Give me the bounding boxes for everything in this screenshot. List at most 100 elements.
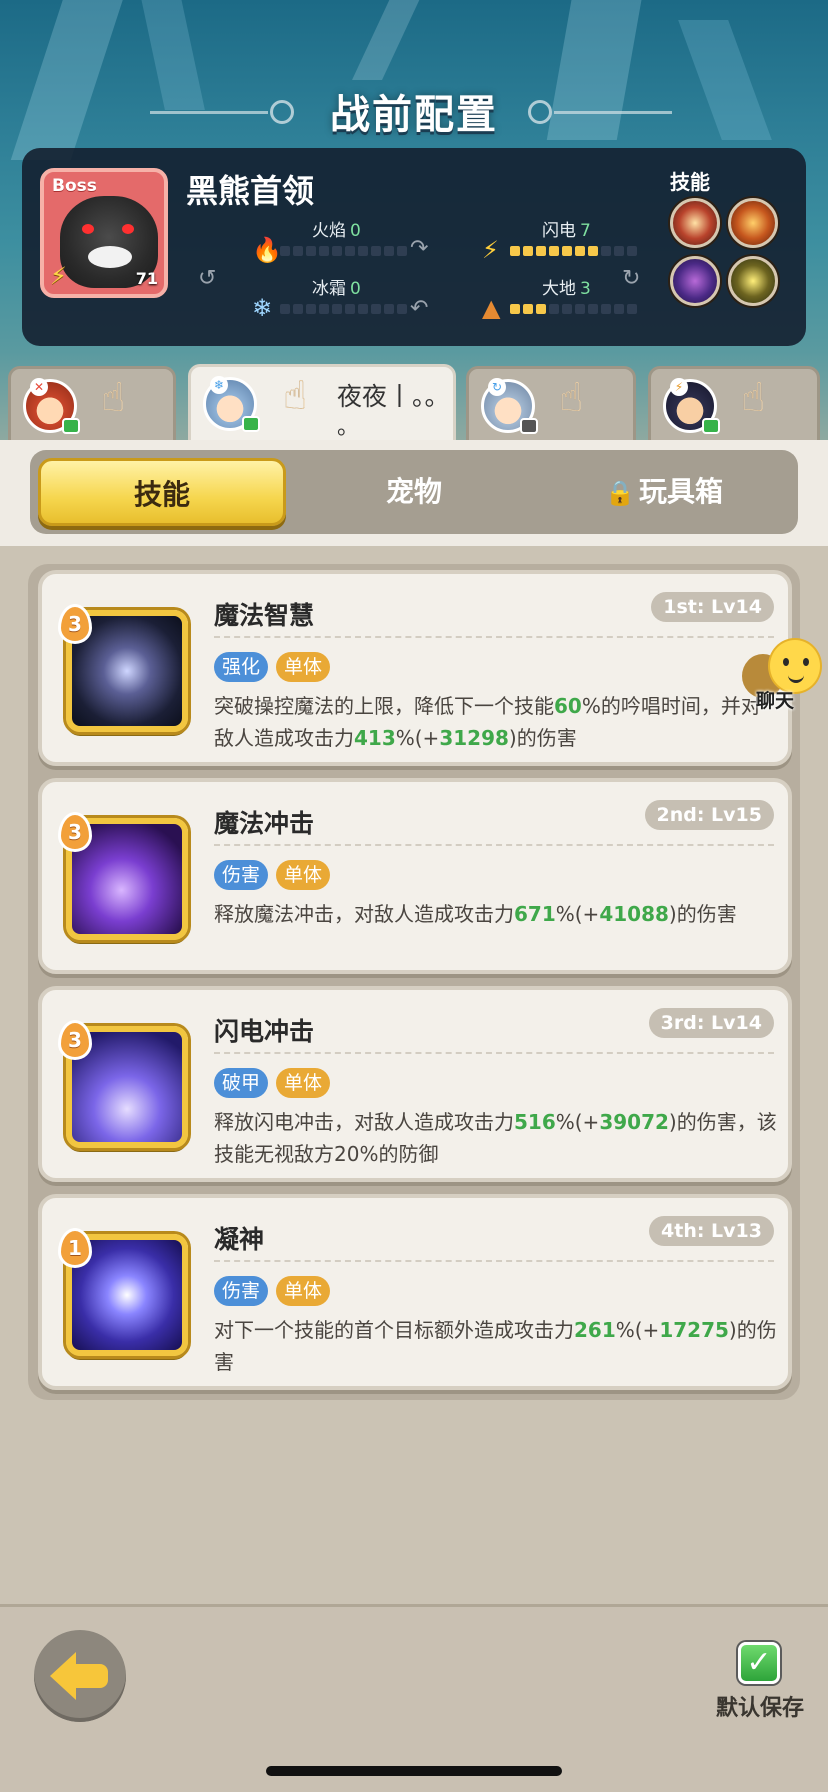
desc-highlight: 60	[554, 694, 582, 718]
skill-rank-badge: 1	[58, 1228, 92, 1268]
element-bar-segment	[293, 304, 303, 314]
cycle-arrow-icon: ↺	[198, 266, 217, 291]
back-arrow-icon	[74, 1664, 108, 1688]
lock-icon: 🔒	[605, 479, 635, 507]
element-bar	[280, 304, 407, 314]
cycle-arrow-icon: ↷	[410, 236, 429, 261]
skill-tags: 伤害 单体	[214, 1276, 331, 1306]
desc-text: %(+	[395, 726, 440, 750]
hero-tab-3[interactable]: ↻ ☝	[466, 366, 636, 440]
pointing-hand-icon: ☝	[559, 375, 584, 421]
element-value: 7	[580, 221, 591, 241]
cycle-arrow-icon: ↻	[622, 266, 641, 291]
hero-tab-1[interactable]: ✕ ☝	[8, 366, 176, 440]
boss-portrait-card[interactable]: Boss ⚡ 71	[40, 168, 168, 298]
skill-type-tag: 伤害	[214, 1276, 269, 1306]
element-bar-segment	[510, 304, 520, 314]
tab-skills[interactable]: 技能	[38, 458, 286, 526]
divider	[214, 1052, 774, 1054]
element-label: 大地	[542, 279, 576, 299]
element-bar-segment	[384, 246, 394, 256]
title-ornament	[528, 100, 552, 124]
desc-text: 释放魔法冲击，对敌人造成攻击力	[214, 902, 514, 926]
skill-order-badge: 1st: Lv14	[651, 592, 774, 622]
default-save-label: 默认保存	[716, 1696, 805, 1721]
home-indicator[interactable]	[266, 1766, 562, 1776]
element-bar-segment	[523, 304, 533, 314]
element-bar-segment	[319, 246, 329, 256]
skill-description: 释放魔法冲击，对敌人造成攻击力671%(+41088)的伤害	[214, 898, 778, 930]
tab-toybox-label: 玩具箱	[638, 475, 723, 508]
skill-card[interactable]: 1 凝神 4th: Lv13 伤害 单体 对下一个技能的首个目标额外造成攻击力2…	[38, 1194, 792, 1390]
element-label: 火焰	[312, 221, 346, 241]
element-value: 3	[580, 279, 591, 299]
hero-tab-2[interactable]: ❄ ☝ 夜夜丨。。 。	[188, 364, 456, 442]
skill-card[interactable]: 3 魔法冲击 2nd: Lv15 伤害 单体 释放魔法冲击，对敌人造成攻击力67…	[38, 778, 792, 974]
skill-card[interactable]: 3 闪电冲击 3rd: Lv14 破甲 单体 释放闪电冲击，对敌人造成攻击力51…	[38, 986, 792, 1182]
element-bar-segment	[358, 246, 368, 256]
checkmark-icon: ✓	[746, 1645, 772, 1680]
element-label: 冰霜	[312, 279, 346, 299]
element-bar-segment	[601, 246, 611, 256]
roar-skill-icon[interactable]	[728, 256, 778, 306]
fang-skill-icon[interactable]	[670, 198, 720, 248]
element-bar-segment	[280, 304, 290, 314]
skill-description: 释放闪电冲击，对敌人造成攻击力516%(+39072)的伤害，该技能无视敌方20…	[214, 1106, 778, 1170]
tab-toybox[interactable]: 🔒 玩具箱	[540, 458, 788, 526]
element-bar-segment	[371, 246, 381, 256]
desc-text: 突破操控魔法的上限，降低下一个技能	[214, 694, 554, 718]
element-bar-segment	[384, 304, 394, 314]
element-bar-segment	[523, 246, 533, 256]
skill-title: 魔法冲击	[214, 809, 315, 838]
desc-highlight: 17275	[659, 1318, 729, 1342]
skill-target-tag: 单体	[276, 652, 331, 682]
desc-text: 对下一个技能的首个目标额外造成攻击力	[214, 1318, 574, 1342]
avatar: ❄	[203, 376, 260, 432]
chat-badge-icon	[702, 418, 720, 434]
element-bar-segment	[614, 246, 624, 256]
skill-tags: 破甲 单体	[214, 1068, 331, 1098]
element-bar-segment	[345, 304, 355, 314]
boss-skills-label: 技能	[670, 170, 710, 194]
element-bar-segment	[306, 246, 316, 256]
hero-tab-4[interactable]: ⚡ ☝	[648, 366, 820, 440]
skill-tags: 强化 单体	[214, 652, 331, 682]
element-bar-segment	[332, 246, 342, 256]
skill-title: 凝神	[214, 1225, 265, 1254]
desc-text: )的伤害	[508, 726, 577, 750]
skill-tags: 伤害 单体	[214, 860, 331, 890]
skill-order-badge: 4th: Lv13	[649, 1216, 774, 1246]
element-bar-segment	[627, 304, 637, 314]
lightning-element-icon: ⚡	[50, 262, 67, 290]
avatar: ⚡	[663, 378, 720, 434]
pointing-hand-icon: ☝	[283, 373, 308, 419]
hero-name-continued: 。	[337, 415, 360, 440]
skill-type-tag: 破甲	[214, 1068, 269, 1098]
default-save-checkbox[interactable]: ✓	[738, 1642, 780, 1684]
skill-order-badge: 2nd: Lv15	[644, 800, 774, 830]
element-badge-icon: ⚡	[670, 378, 688, 396]
element-bar	[510, 246, 637, 256]
element-bar-segment	[614, 304, 624, 314]
skill-card[interactable]: 3 魔法智慧 1st: Lv14 强化 单体 突破操控魔法的上限，降低下一个技能…	[38, 570, 792, 766]
avatar: ↻	[481, 378, 538, 434]
fire-icon: 🔥	[252, 236, 282, 264]
skill-rank-badge: 3	[58, 1020, 92, 1060]
element-bar-segment	[510, 246, 520, 256]
mountain-icon: ▲	[482, 294, 501, 322]
element-bar-segment	[293, 246, 303, 256]
chat-button[interactable]: 聊天	[742, 636, 822, 716]
divider	[214, 1260, 774, 1262]
claw-skill-icon[interactable]	[728, 198, 778, 248]
desc-text: %(+	[555, 902, 600, 926]
back-button[interactable]	[34, 1630, 126, 1722]
element-bar-segment	[358, 304, 368, 314]
desc-highlight: 31298	[439, 726, 509, 750]
element-bar-segment	[345, 246, 355, 256]
purple-bear-skill-icon[interactable]	[670, 256, 720, 306]
element-bar-segment	[562, 304, 572, 314]
tab-pets[interactable]: 宠物	[290, 458, 538, 526]
bolt-icon: ⚡	[482, 236, 499, 264]
element-bar	[280, 246, 407, 256]
desc-highlight: 261	[574, 1318, 616, 1342]
